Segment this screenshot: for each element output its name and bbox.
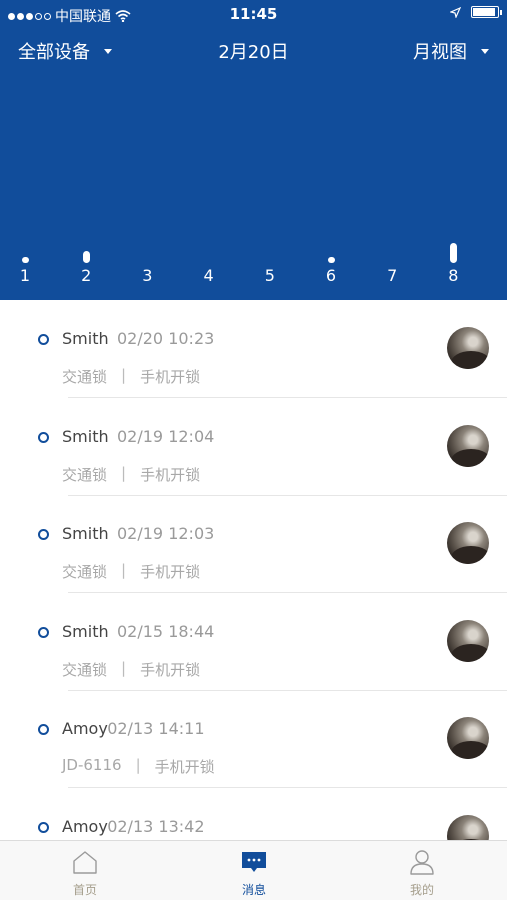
day-1[interactable]: 1 — [10, 266, 40, 285]
user-name: Smith — [62, 329, 109, 348]
list-item[interactable]: Smith 02/15 18:44 交通锁 | 手机开锁 — [0, 593, 507, 691]
record-time: 02/13 14:11 — [107, 719, 205, 739]
day-2[interactable]: 2 — [71, 266, 101, 285]
record-detail: 交通锁 | 手机开锁 — [62, 464, 200, 485]
record-detail: 交通锁 | 手机开锁 — [62, 366, 200, 387]
timeline-dot-icon — [38, 334, 49, 345]
avatar — [447, 424, 489, 467]
tab-label: 消息 — [241, 883, 266, 897]
separator: | — [121, 658, 127, 677]
unlock-method: 手机开锁 — [140, 563, 201, 582]
record-time: 02/13 13:42 — [107, 817, 205, 836]
unlock-method: 手机开锁 — [140, 368, 201, 386]
separator: | — [135, 756, 141, 775]
status-bar: 中国联通 11:45 — [0, 0, 507, 28]
unlock-method: 手机开锁 — [154, 758, 215, 777]
tab-user[interactable]: 我的 — [362, 841, 482, 900]
avatar — [447, 717, 489, 760]
avatar — [447, 815, 489, 840]
list-item[interactable]: Amoy 02/13 13:42 — [0, 788, 507, 840]
status-time: 11:45 — [229, 5, 278, 23]
record-time: 02/20 10:23 — [117, 329, 215, 348]
lock-name: 交通锁 — [62, 660, 108, 679]
location-arrow-icon — [450, 6, 461, 18]
record-time: 02/15 18:44 — [117, 621, 215, 641]
list-item[interactable]: Smith 02/19 12:04 交通锁 | 手机开锁 — [0, 398, 507, 496]
timeline-dot-icon — [38, 626, 49, 638]
timeline-dot-icon — [38, 724, 49, 736]
day-3[interactable]: 3 — [132, 266, 162, 285]
day-8[interactable]: 8 — [438, 266, 468, 285]
caret-down-icon — [481, 48, 489, 54]
view-mode-label: 月视图 — [413, 42, 467, 63]
list-item[interactable]: Smith 02/19 12:03 交通锁 | 手机开锁 — [0, 495, 507, 594]
avatar — [447, 619, 489, 662]
record-time: 02/19 12:04 — [117, 426, 215, 446]
activity-marker — [21, 257, 29, 263]
user-name: Smith — [62, 426, 109, 446]
activity-marker — [327, 257, 335, 263]
record-detail: JD-6116 | 手机开锁 — [62, 756, 215, 777]
message-icon — [241, 849, 267, 875]
record-time: 02/19 12:03 — [117, 524, 215, 544]
tab-label: 首页 — [72, 883, 97, 897]
day-7[interactable]: 7 — [377, 266, 407, 285]
unlock-record-list: Smith 02/20 10:23 交通锁 | 手机开锁 Smith 02/19 12:04… — [0, 300, 507, 840]
timeline-dot-icon — [38, 529, 49, 541]
unlock-method: 手机开锁 — [140, 660, 201, 679]
activity-marker — [449, 243, 457, 263]
tab-home[interactable]: 首页 — [25, 841, 145, 900]
home-icon — [72, 849, 98, 875]
battery-icon — [471, 6, 502, 18]
activity-marker — [82, 251, 90, 263]
day-4[interactable]: 4 — [194, 266, 224, 285]
list-item[interactable]: Amoy 02/13 14:11 JD-6116 | 手机开锁 — [0, 690, 507, 789]
separator: | — [121, 561, 127, 580]
unlock-method: 手机开锁 — [140, 465, 201, 484]
user-name: Smith — [62, 621, 109, 641]
user-name: Amoy — [62, 719, 108, 739]
separator: | — [121, 463, 127, 482]
record-detail: 交通锁 | 手机开锁 — [62, 659, 200, 680]
day-6[interactable]: 6 — [316, 266, 346, 285]
day-strip: 1 2 3 4 5 6 7 8 — [0, 240, 507, 290]
view-mode-dropdown[interactable]: 月视图 — [413, 38, 489, 64]
lock-name: 交通锁 — [62, 368, 108, 386]
list-item[interactable]: Smith 02/20 10:23 交通锁 | 手机开锁 — [0, 300, 507, 398]
separator: | — [121, 366, 127, 384]
user-name: Smith — [62, 524, 109, 544]
nav-bar: 全部设备 2月20日 月视图 — [0, 36, 507, 66]
tab-bar: 首页 消息 我的 — [0, 840, 507, 900]
avatar — [447, 522, 489, 565]
tab-label: 我的 — [409, 883, 434, 897]
tab-message[interactable]: 消息 — [194, 841, 314, 900]
avatar — [447, 327, 489, 369]
status-right — [450, 6, 502, 18]
user-name: Amoy — [62, 817, 108, 836]
record-detail: 交通锁 | 手机开锁 — [62, 561, 200, 582]
day-5[interactable]: 5 — [255, 266, 285, 285]
lock-name: JD-6116 — [62, 756, 122, 775]
user-icon — [409, 849, 435, 875]
lock-name: 交通锁 — [62, 465, 108, 484]
timeline-dot-icon — [38, 822, 49, 833]
timeline-dot-icon — [38, 431, 49, 443]
lock-name: 交通锁 — [62, 563, 108, 582]
calendar-header: 中国联通 11:45 全部设备 2月20日 月视图 1 2 3 4 5 6 7 … — [0, 0, 507, 300]
